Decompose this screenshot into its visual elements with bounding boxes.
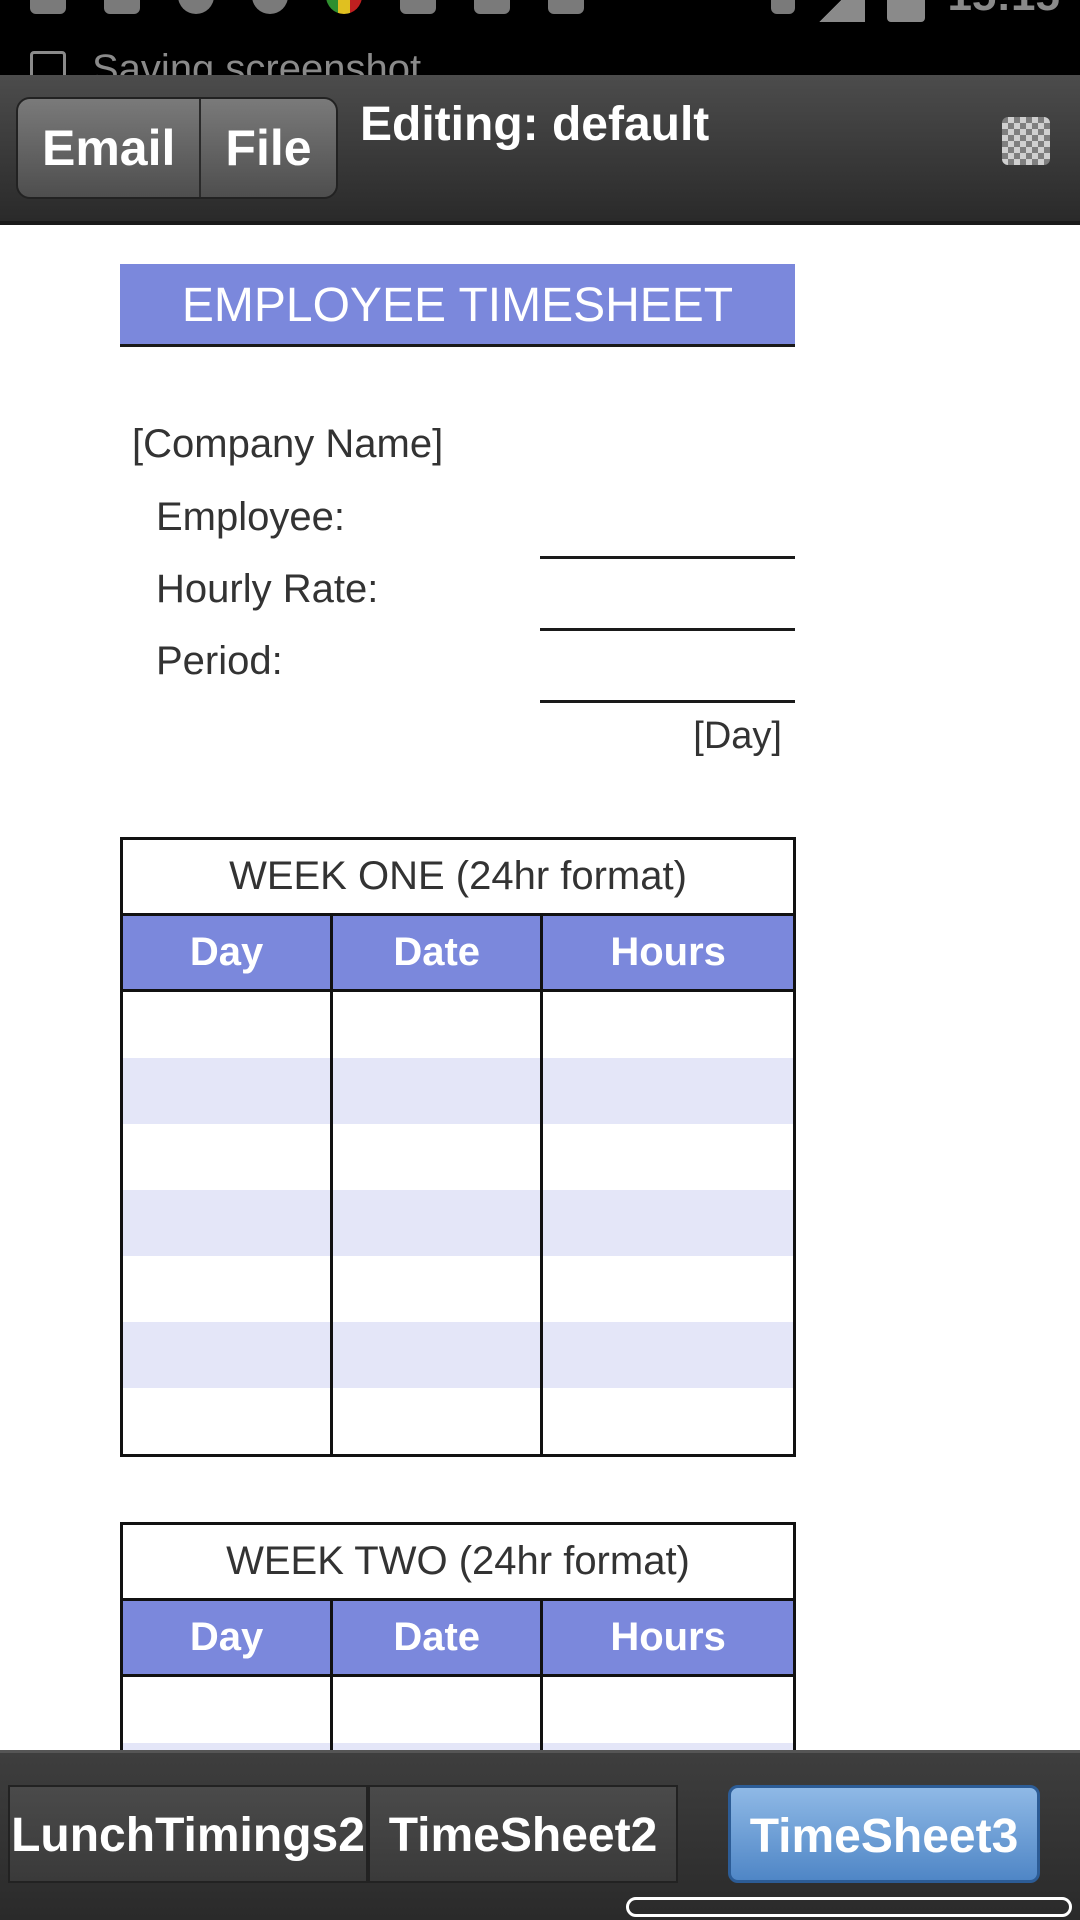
table-row[interactable]	[123, 1322, 793, 1388]
hourly-rate-field[interactable]	[540, 628, 795, 631]
table-cell[interactable]	[123, 1677, 330, 1743]
navigation-handle[interactable]	[626, 1897, 1072, 1917]
flag-icon	[326, 0, 362, 14]
notification-icons	[30, 0, 584, 14]
table-cell[interactable]	[540, 1190, 793, 1256]
signal-icon	[817, 0, 866, 22]
check-icon	[548, 0, 584, 14]
column-header-day[interactable]: Day	[123, 916, 330, 989]
table-cell[interactable]	[330, 1058, 540, 1124]
column-header-hours[interactable]: Hours	[540, 1601, 793, 1674]
week-two-title[interactable]: WEEK TWO (24hr format)	[123, 1525, 793, 1601]
tab-timesheet2[interactable]: TimeSheet2	[368, 1785, 678, 1883]
hourly-rate-label[interactable]: Hourly Rate:	[156, 567, 378, 612]
screenshot-icon	[30, 51, 66, 75]
tab-timesheet3[interactable]: TimeSheet3	[728, 1785, 1040, 1883]
table-cell[interactable]	[123, 1743, 330, 1750]
table-cell[interactable]	[330, 1256, 540, 1322]
table-cell[interactable]	[123, 1256, 330, 1322]
table-row[interactable]	[123, 1677, 793, 1743]
table-row[interactable]	[123, 1256, 793, 1322]
column-header-date[interactable]: Date	[330, 916, 540, 989]
table-cell[interactable]	[123, 1124, 330, 1190]
app-icon	[400, 0, 436, 14]
table-cell[interactable]	[123, 1388, 330, 1454]
table-cell[interactable]	[123, 1190, 330, 1256]
table-cell[interactable]	[123, 1058, 330, 1124]
saving-notification-text: Saving screenshot	[92, 47, 422, 75]
table-cell[interactable]	[330, 1388, 540, 1454]
table-cell[interactable]	[330, 1322, 540, 1388]
table-cell[interactable]	[123, 992, 330, 1058]
table-row[interactable]	[123, 1743, 793, 1750]
week-two-header: Day Date Hours	[123, 1601, 793, 1677]
table-cell[interactable]	[540, 1124, 793, 1190]
image-icon	[104, 0, 140, 14]
table-cell[interactable]	[330, 1124, 540, 1190]
data-transfer-icon	[771, 0, 796, 14]
company-name-cell[interactable]: [Company Name]	[132, 422, 443, 467]
column-header-hours[interactable]: Hours	[540, 916, 793, 989]
column-header-day[interactable]: Day	[123, 1601, 330, 1674]
spreadsheet-view[interactable]: EMPLOYEE TIMESHEET [Company Name] Employ…	[0, 225, 1080, 1750]
top-toolbar: Email File Editing: default	[0, 75, 1080, 225]
table-row[interactable]	[123, 1124, 793, 1190]
table-row[interactable]	[123, 992, 793, 1058]
table-cell[interactable]	[540, 1058, 793, 1124]
email-button[interactable]: Email	[18, 99, 200, 197]
table-cell[interactable]	[330, 992, 540, 1058]
employee-field[interactable]	[540, 556, 795, 559]
timesheet-banner[interactable]: EMPLOYEE TIMESHEET	[120, 264, 795, 347]
table-row[interactable]	[123, 1190, 793, 1256]
table-cell[interactable]	[330, 1190, 540, 1256]
table-cell[interactable]	[330, 1677, 540, 1743]
table-cell[interactable]	[123, 1322, 330, 1388]
toolbar-button-group: Email File	[16, 97, 338, 199]
week-one-title[interactable]: WEEK ONE (24hr format)	[123, 840, 793, 916]
table-cell[interactable]	[540, 1677, 793, 1743]
link-icon	[252, 0, 288, 14]
system-icons: 15:15	[771, 0, 1060, 22]
table-cell[interactable]	[540, 992, 793, 1058]
column-header-date[interactable]: Date	[330, 1601, 540, 1674]
grid-icon[interactable]	[1002, 117, 1050, 165]
saving-notification: Saving screenshot	[30, 44, 421, 75]
table-cell[interactable]	[540, 1743, 793, 1750]
file-button[interactable]: File	[199, 99, 336, 197]
table-cell[interactable]	[540, 1322, 793, 1388]
week-two-table: WEEK TWO (24hr format) Day Date Hours	[120, 1522, 796, 1750]
table-row[interactable]	[123, 1388, 793, 1454]
employee-label[interactable]: Employee:	[156, 495, 345, 540]
day-cell[interactable]: [Day]	[693, 715, 782, 758]
table-cell[interactable]	[540, 1256, 793, 1322]
usb-icon	[30, 0, 66, 14]
clock: 15:15	[947, 0, 1060, 18]
table-cell[interactable]	[540, 1388, 793, 1454]
editing-title: Editing: default	[360, 98, 710, 151]
period-field[interactable]	[540, 700, 795, 703]
table-cell[interactable]	[330, 1743, 540, 1750]
table-row[interactable]	[123, 1058, 793, 1124]
week-one-table: WEEK ONE (24hr format) Day Date Hours	[120, 837, 796, 1457]
battery-icon	[887, 0, 926, 22]
tab-lunchtimings2[interactable]: LunchTimings2	[8, 1785, 368, 1883]
whatsapp-icon	[178, 0, 214, 14]
week-one-header: Day Date Hours	[123, 916, 793, 992]
period-label[interactable]: Period:	[156, 639, 283, 684]
sheet-tab-bar: LunchTimings2 TimeSheet2 TimeSheet3	[0, 1750, 1080, 1920]
status-bar: 15:15 Saving screenshot	[0, 0, 1080, 75]
download-icon	[474, 0, 510, 14]
